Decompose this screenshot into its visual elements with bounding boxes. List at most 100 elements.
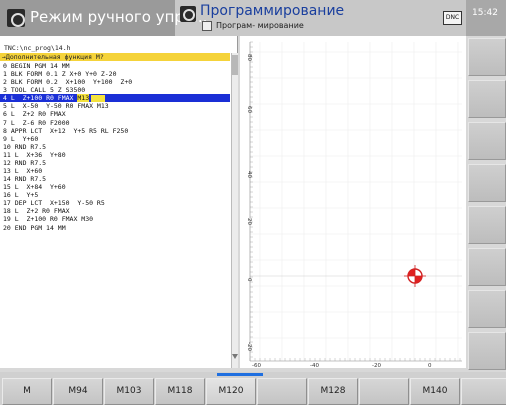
program-line[interactable]: 14 RND R7.5 (0, 175, 230, 183)
tool-position-marker-icon (404, 265, 426, 287)
program-line[interactable]: 4 L Z+100 R0 FMAX M13 (0, 94, 230, 103)
program-line[interactable]: 18 L Z+2 R0 FMAX (0, 207, 230, 215)
line-text: BEGIN PGM 14 MM (10, 62, 70, 70)
line-number: 6 (3, 110, 7, 119)
programming-mode-tab[interactable]: Программирование Програм- мирование (178, 0, 436, 36)
program-line[interactable]: 8 APPR LCT X+12 Y+5 R5 RL F250 (0, 127, 230, 135)
program-line[interactable]: 7 L Z-6 R0 F2000 (0, 119, 230, 127)
line-number: 3 (3, 86, 7, 95)
softkey-m103[interactable]: M103 (104, 378, 154, 405)
y-tick-label: 0 (246, 278, 252, 282)
dialog-prompt-bar: →Дополнительная функция M? (0, 53, 230, 61)
input-cursor (91, 94, 106, 102)
line-number: 17 (3, 199, 11, 208)
line-text: END PGM 14 MM (14, 223, 66, 232)
line-text: L Y+60 (10, 134, 39, 143)
scroll-down-arrow-icon[interactable] (232, 353, 238, 361)
line-number: 13 (3, 167, 11, 176)
vertical-softkey[interactable] (468, 80, 506, 118)
dialog-prompt: →Дополнительная функция M? (2, 53, 104, 61)
program-line[interactable]: 1 BLK FORM 0.1 Z X+0 Y+0 Z-20 (0, 70, 230, 78)
softkey-empty-9[interactable] (461, 378, 506, 405)
graphic-canvas: 80 60 40 20 0 -20 -60 -40 -20 0 (246, 41, 462, 368)
program-line[interactable]: 3 TOOL CALL 5 Z S3500 (0, 86, 230, 94)
line-number: 2 (3, 78, 7, 87)
softkey-m140[interactable]: M140 (410, 378, 460, 405)
vertical-softkey[interactable] (468, 290, 506, 328)
x-tick-label: 0 (428, 363, 432, 368)
softkey-m120[interactable]: M120 (206, 378, 256, 405)
program-line[interactable]: 20 END PGM 14 MM (0, 224, 230, 232)
vertical-softkey-bar (466, 36, 506, 372)
program-line[interactable]: 0 BEGIN PGM 14 MM (0, 62, 230, 70)
line-number: 8 (3, 126, 7, 135)
y-tick-label: 80 (246, 54, 252, 61)
clock-area: 15:42 (466, 0, 506, 36)
line-number: 5 (3, 102, 7, 111)
softkey-empty-5[interactable] (257, 378, 307, 405)
softkey-page-indicator (217, 373, 263, 376)
line-text: APPR LCT X+12 Y+5 R5 RL F250 (10, 126, 129, 135)
line-text: RND R7.5 (14, 158, 47, 167)
program-line[interactable]: 19 L Z+100 R0 FMAX M30 (0, 215, 230, 223)
line-text: BLK FORM 0.2 X+100 Y+100 Z+0 (10, 78, 133, 87)
program-line[interactable]: 17 DEP LCT X+150 Y-50 R5 (0, 199, 230, 207)
line-number: 14 (3, 175, 11, 184)
line-text: L Z-6 R0 F2000 (10, 118, 70, 127)
vertical-softkey[interactable] (468, 332, 506, 370)
vertical-softkey[interactable] (468, 164, 506, 202)
program-line[interactable]: 12 RND R7.5 (0, 159, 230, 167)
y-tick-label: 20 (246, 218, 252, 225)
line-number: 9 (3, 134, 7, 143)
softkey-m94[interactable]: M94 (53, 378, 103, 405)
program-line[interactable]: 16 L Y+5 (0, 191, 230, 199)
scrollbar-thumb[interactable] (232, 55, 238, 75)
line-number: 16 (3, 191, 11, 200)
x-tick-label: -40 (310, 363, 319, 368)
softkey-empty-7[interactable] (359, 378, 409, 405)
program-line[interactable]: 2 BLK FORM 0.2 X+100 Y+100 Z+0 (0, 78, 230, 86)
softkey-m[interactable]: M (2, 378, 52, 405)
vertical-softkey[interactable] (468, 206, 506, 244)
program-path: TNC:\nc_prog\14.h (4, 44, 71, 52)
program-file-icon (202, 21, 212, 31)
program-line[interactable]: 15 L X+84 Y+60 (0, 183, 230, 191)
program-line[interactable]: 13 L X+60 (0, 167, 230, 175)
program-editor[interactable]: TNC:\nc_prog\14.h →Дополнительная функци… (0, 36, 238, 368)
line-number: 7 (3, 118, 7, 127)
line-number: 19 (3, 215, 11, 224)
line-text: DEP LCT X+150 Y-50 R5 (14, 199, 105, 208)
program-line[interactable]: 11 L X+36 Y+80 (0, 151, 230, 159)
program-line[interactable]: 6 L Z+2 R0 FMAX (0, 110, 230, 118)
softkey-bar: M M94 M103 M118 M120 M128 M140 (0, 372, 506, 405)
line-number: 0 (3, 62, 7, 70)
vertical-softkey[interactable] (468, 38, 506, 76)
program-scrollbar[interactable] (231, 53, 238, 368)
programming-mode-icon (180, 6, 196, 22)
program-line[interactable]: 9 L Y+60 (0, 135, 230, 143)
line-number: 4 (3, 94, 7, 103)
graphic-ticks: 80 60 40 20 0 -20 -60 -40 -20 0 (246, 41, 462, 368)
softkey-m128[interactable]: M128 (308, 378, 358, 405)
machine-mode-tab[interactable]: Режим ручного упра... (0, 0, 207, 36)
line-number: 10 (3, 142, 11, 151)
softkey-m118[interactable]: M118 (155, 378, 205, 405)
graphic-view[interactable]: 80 60 40 20 0 -20 -60 -40 -20 0 (240, 36, 466, 368)
dnc-indicator: DNC (443, 11, 462, 25)
program-line[interactable]: 10 RND R7.5 (0, 143, 230, 151)
header-bar: Режим ручного упра... Программирование П… (0, 0, 506, 36)
vertical-softkey[interactable] (468, 122, 506, 160)
line-text: L X-50 Y-50 R0 FMAX M13 (10, 102, 109, 111)
line-number: 15 (3, 183, 11, 192)
clock: 15:42 (472, 8, 498, 18)
line-number: 11 (3, 150, 11, 159)
line-text: RND R7.5 (14, 142, 47, 151)
line-number: 1 (3, 70, 7, 79)
line-text: TOOL CALL 5 Z S3500 (10, 86, 86, 95)
y-tick-label: 60 (246, 106, 252, 113)
vertical-softkey[interactable] (468, 248, 506, 286)
line-text: L Z+100 R0 FMAX (10, 94, 78, 103)
program-lines: 0 BEGIN PGM 14 MM 1 BLK FORM 0.1 Z X+0 Y+… (0, 62, 230, 232)
program-line[interactable]: 5 L X-50 Y-50 R0 FMAX M13 (0, 102, 230, 110)
edit-cursor-word[interactable]: M13 (77, 94, 90, 103)
